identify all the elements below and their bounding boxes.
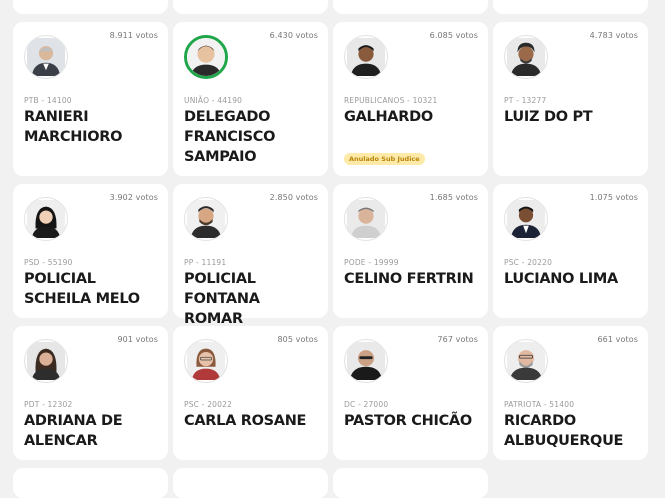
candidate-card[interactable]: 6.085 votos REPUBLICANOS - 10321 GALHARD…: [333, 22, 488, 176]
candidate-card-partial[interactable]: [173, 468, 328, 498]
candidate-avatar: [504, 339, 548, 383]
party-label: REPUBLICANOS - 10321: [344, 96, 438, 105]
candidate-name: ADRIANA DE ALENCAR: [24, 413, 123, 449]
candidate-photo-icon: [507, 38, 545, 76]
candidate-name: LUCIANO LIMA: [504, 271, 618, 287]
candidate-name: GALHARDO: [344, 109, 433, 125]
candidate-card-partial[interactable]: [493, 0, 648, 14]
candidate-photo-icon: [187, 38, 225, 76]
vote-count: 3.902 votos: [109, 193, 158, 202]
vote-count: 4.783 votos: [589, 31, 638, 40]
party-label: PATRIOTA - 51400: [504, 400, 575, 409]
candidate-card[interactable]: 6.430 votos UNIÃO - 44190 DELEGADO FRANC…: [173, 22, 328, 176]
candidate-card-partial[interactable]: [13, 468, 168, 498]
candidate-name: CARLA ROSANE: [184, 413, 307, 429]
party-label: PT - 13277: [504, 96, 547, 105]
candidate-name: LUIZ DO PT: [504, 109, 593, 125]
candidate-photo-icon: [187, 200, 225, 238]
status-badge: Anulado Sub Judice: [344, 153, 425, 165]
candidate-card[interactable]: 4.783 votos PT - 13277 LUIZ DO PT: [493, 22, 648, 176]
party-label: PP - 11191: [184, 258, 227, 267]
party-label: PODE - 19999: [344, 258, 399, 267]
candidate-card[interactable]: 901 votos PDT - 12302 ADRIANA DE ALENCAR: [13, 326, 168, 460]
vote-count: 1.075 votos: [589, 193, 638, 202]
candidate-photo-icon: [347, 342, 385, 380]
candidate-photo-icon: [27, 38, 65, 76]
candidate-card-partial[interactable]: [333, 0, 488, 14]
candidate-photo-icon: [27, 200, 65, 238]
candidate-card[interactable]: 767 votos DC - 27000 PASTOR CHICÃO: [333, 326, 488, 460]
vote-count: 6.430 votos: [269, 31, 318, 40]
party-label: PTB - 14100: [24, 96, 72, 105]
party-label: UNIÃO - 44190: [184, 96, 243, 105]
candidate-card-partial[interactable]: [333, 468, 488, 498]
vote-count: 661 votos: [597, 335, 638, 344]
candidate-avatar: [504, 35, 548, 79]
candidate-avatar: [344, 197, 388, 241]
candidate-card[interactable]: 3.902 votos PSD - 55190 POLICIAL SCHEILA…: [13, 184, 168, 318]
vote-count: 8.911 votos: [109, 31, 158, 40]
candidate-name: DELEGADO FRANCISCO SAMPAIO: [184, 109, 276, 165]
party-label: PDT - 12302: [24, 400, 73, 409]
candidate-name: CELINO FERTRIN: [344, 271, 474, 287]
candidate-card[interactable]: 805 votos PSC - 20022 CARLA ROSANE: [173, 326, 328, 460]
candidate-photo-icon: [187, 342, 225, 380]
candidate-photo-icon: [347, 200, 385, 238]
candidate-avatar: [344, 35, 388, 79]
vote-count: 1.685 votos: [429, 193, 478, 202]
candidate-card[interactable]: 1.075 votos PSC - 20220 LUCIANO LIMA: [493, 184, 648, 318]
candidate-card[interactable]: 8.911 votos PTB - 14100 RANIERI MARCHIOR…: [13, 22, 168, 176]
candidate-name: PASTOR CHICÃO: [344, 413, 472, 429]
candidate-avatar: [184, 35, 228, 79]
party-label: PSC - 20022: [184, 400, 233, 409]
candidate-name: RICARDO ALBUQUERQUE: [504, 413, 624, 449]
candidate-avatar: [184, 339, 228, 383]
candidate-card[interactable]: 2.850 votos PP - 11191 POLICIAL FONTANA …: [173, 184, 328, 327]
candidate-avatar: [24, 339, 68, 383]
candidate-avatar: [184, 197, 228, 241]
party-label: DC - 27000: [344, 400, 389, 409]
party-label: PSD - 55190: [24, 258, 73, 267]
vote-count: 901 votos: [117, 335, 158, 344]
candidate-photo-icon: [507, 200, 545, 238]
candidate-card-partial[interactable]: [173, 0, 328, 14]
candidate-name: POLICIAL FONTANA ROMAR: [184, 271, 260, 327]
candidate-name: RANIERI MARCHIORO: [24, 109, 123, 145]
candidate-avatar: [504, 197, 548, 241]
candidate-avatar: [344, 339, 388, 383]
candidate-card[interactable]: 661 votos PATRIOTA - 51400 RICARDO ALBUQ…: [493, 326, 648, 460]
candidate-card-partial[interactable]: [13, 0, 168, 14]
candidate-name: POLICIAL SCHEILA MELO: [24, 271, 140, 307]
candidate-card[interactable]: 1.685 votos PODE - 19999 CELINO FERTRIN: [333, 184, 488, 318]
candidate-photo-icon: [347, 38, 385, 76]
candidate-photo-icon: [27, 342, 65, 380]
party-label: PSC - 20220: [504, 258, 553, 267]
vote-count: 2.850 votos: [269, 193, 318, 202]
vote-count: 805 votos: [277, 335, 318, 344]
candidate-avatar: [24, 35, 68, 79]
vote-count: 767 votos: [437, 335, 478, 344]
vote-count: 6.085 votos: [429, 31, 478, 40]
candidate-avatar: [24, 197, 68, 241]
candidate-photo-icon: [507, 342, 545, 380]
